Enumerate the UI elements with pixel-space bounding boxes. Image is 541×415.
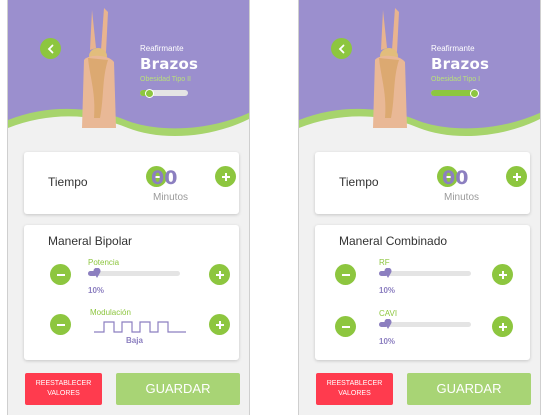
minus-icon bbox=[341, 273, 350, 276]
slider-thumb-icon[interactable] bbox=[384, 319, 392, 329]
time-unit: Minutos bbox=[444, 192, 480, 203]
handpiece-card: Maneral Bipolar Potencia 10% Modulación bbox=[24, 225, 239, 360]
handpiece-title: Maneral Bipolar bbox=[48, 234, 133, 248]
header-background bbox=[8, 0, 249, 137]
plus-icon bbox=[215, 320, 224, 329]
time-label: Tiempo bbox=[48, 175, 88, 189]
minus-icon bbox=[56, 273, 65, 276]
modulacion-label: Modulación bbox=[90, 308, 131, 317]
plus-icon bbox=[498, 270, 507, 279]
back-button[interactable] bbox=[331, 38, 352, 59]
modulacion-increase-button[interactable] bbox=[209, 314, 230, 335]
reset-values-button[interactable]: REESTABLECER VALORES bbox=[316, 373, 393, 405]
header-subtitle: Reafirmante bbox=[431, 44, 475, 53]
screen-combinado: Reafirmante Brazos Obesidad Tipo I Tiemp… bbox=[298, 0, 541, 415]
header: Reafirmante Brazos Obesidad Tipo I bbox=[299, 0, 540, 145]
screen-bipolar: Reafirmante Brazos Obesidad Tipo II Tiem… bbox=[7, 0, 250, 415]
time-increase-button[interactable] bbox=[506, 166, 527, 187]
level-label: Obesidad Tipo II bbox=[140, 76, 191, 83]
time-unit: Minutos bbox=[153, 192, 189, 203]
woman-figure-image bbox=[373, 8, 407, 128]
save-button[interactable]: GUARDAR bbox=[407, 373, 531, 405]
chevron-left-icon bbox=[47, 44, 53, 53]
potencia-label: Potencia bbox=[88, 258, 120, 267]
level-progress-fill bbox=[431, 90, 475, 96]
level-progress bbox=[140, 88, 188, 98]
modulation-wave-icon bbox=[94, 321, 186, 333]
handpiece-title: Maneral Combinado bbox=[339, 234, 448, 248]
rf-increase-button[interactable] bbox=[492, 264, 513, 285]
cavi-label: CAVI bbox=[379, 309, 398, 318]
level-progress-knob bbox=[145, 88, 155, 98]
header-subtitle: Reafirmante bbox=[140, 44, 184, 53]
level-progress-knob bbox=[469, 88, 479, 98]
cavi-value: 10% bbox=[379, 337, 396, 346]
chevron-left-icon bbox=[338, 44, 344, 53]
plus-icon bbox=[512, 172, 521, 181]
potencia-value: 10% bbox=[88, 286, 105, 295]
woman-figure-image bbox=[82, 8, 116, 128]
time-value: 00 bbox=[442, 167, 469, 189]
time-increase-button[interactable] bbox=[215, 166, 236, 187]
slider-thumb-icon[interactable] bbox=[93, 268, 101, 278]
rf-decrease-button[interactable] bbox=[335, 264, 356, 285]
cavi-decrease-button[interactable] bbox=[335, 316, 356, 337]
plus-icon bbox=[221, 172, 230, 181]
screens-stage: Reafirmante Brazos Obesidad Tipo II Tiem… bbox=[0, 0, 541, 415]
potencia-increase-button[interactable] bbox=[209, 264, 230, 285]
cavi-slider[interactable] bbox=[379, 322, 471, 327]
minus-icon bbox=[341, 325, 350, 328]
modulacion-value: Baja bbox=[126, 336, 143, 345]
potencia-decrease-button[interactable] bbox=[50, 264, 71, 285]
reset-values-button[interactable]: REESTABLECER VALORES bbox=[25, 373, 102, 405]
slider-thumb-icon[interactable] bbox=[384, 268, 392, 278]
time-label: Tiempo bbox=[339, 175, 379, 189]
rf-slider[interactable] bbox=[379, 271, 471, 276]
plus-icon bbox=[215, 270, 224, 279]
time-card: Tiempo bbox=[24, 152, 239, 214]
potencia-slider[interactable] bbox=[88, 271, 180, 276]
time-value: 00 bbox=[151, 167, 178, 189]
level-label: Obesidad Tipo I bbox=[431, 76, 481, 83]
minus-icon bbox=[56, 323, 65, 326]
time-card: Tiempo bbox=[315, 152, 530, 214]
header-text: Reafirmante Brazos Obesidad Tipo I bbox=[431, 44, 489, 83]
header: Reafirmante Brazos Obesidad Tipo II bbox=[8, 0, 249, 145]
cavi-increase-button[interactable] bbox=[492, 316, 513, 337]
rf-label: RF bbox=[379, 258, 390, 267]
plus-icon bbox=[498, 322, 507, 331]
modulacion-decrease-button[interactable] bbox=[50, 314, 71, 335]
header-background bbox=[299, 0, 540, 137]
back-button[interactable] bbox=[40, 38, 61, 59]
header-title: Brazos bbox=[140, 55, 199, 73]
save-button[interactable]: GUARDAR bbox=[116, 373, 240, 405]
header-text: Reafirmante Brazos Obesidad Tipo II bbox=[140, 44, 198, 83]
header-title: Brazos bbox=[431, 55, 490, 73]
rf-value: 10% bbox=[379, 286, 396, 295]
handpiece-card: Maneral Combinado RF 10% CAVI 10% bbox=[315, 225, 530, 360]
level-progress bbox=[431, 88, 479, 98]
